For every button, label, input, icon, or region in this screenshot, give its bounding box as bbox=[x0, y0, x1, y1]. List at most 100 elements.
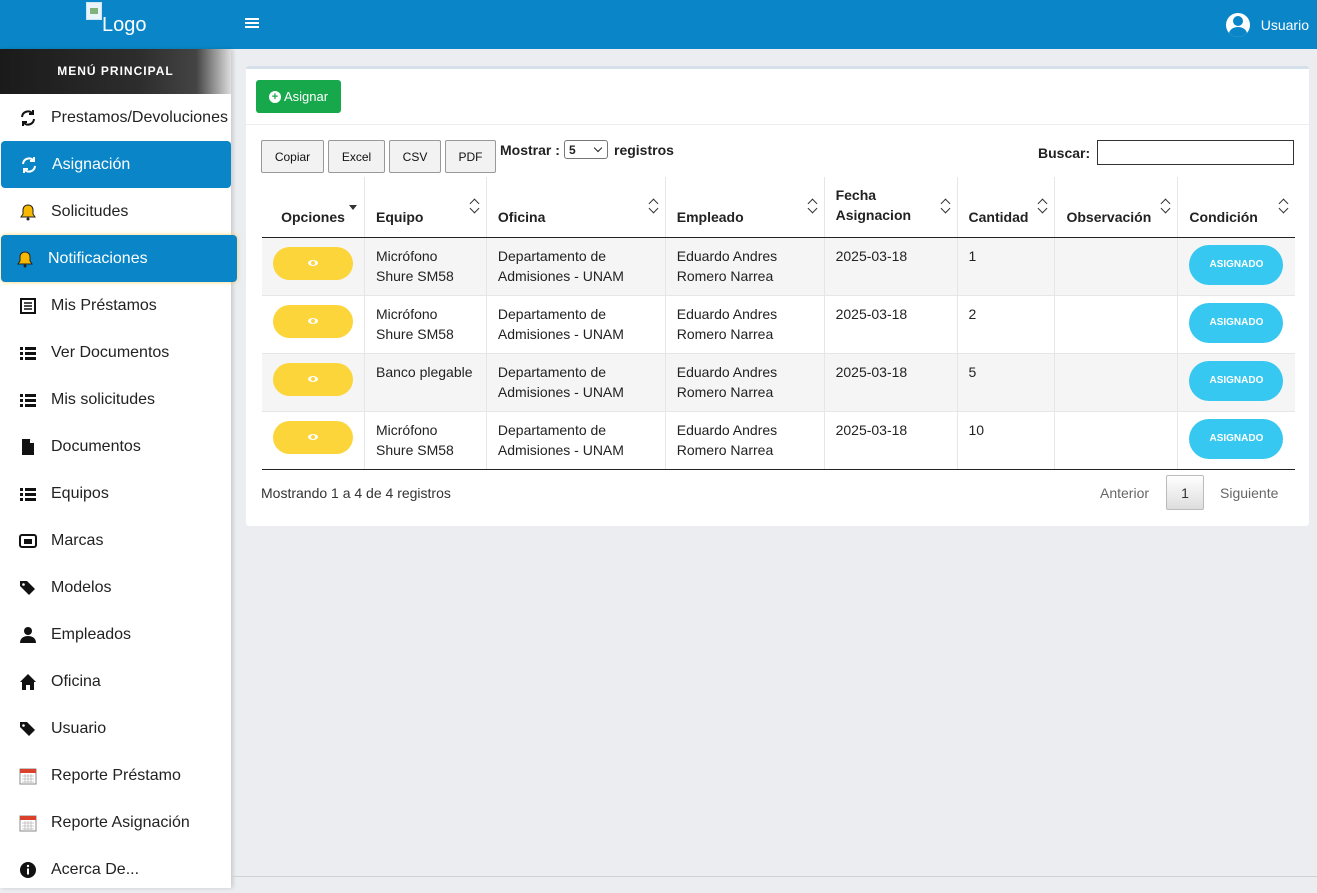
sidebar-item-label: Reporte Asignación bbox=[51, 813, 190, 831]
sort-icon bbox=[1038, 199, 1046, 213]
column-header[interactable]: Observación bbox=[1054, 177, 1178, 238]
column-header[interactable]: Empleado bbox=[664, 177, 825, 238]
sidebar-item-reporte-asignacion[interactable]: Reporte Asignación bbox=[0, 799, 231, 846]
column-header[interactable]: Cantidad bbox=[956, 177, 1055, 238]
sidebar-item-marcas[interactable]: Marcas bbox=[0, 517, 231, 564]
page-1-button[interactable]: 1 bbox=[1166, 475, 1204, 510]
excel-button[interactable]: Excel bbox=[328, 140, 385, 173]
menu-toggle-icon[interactable] bbox=[245, 16, 259, 30]
sidebar-item-prestamos-devoluciones[interactable]: Prestamos/Devoluciones bbox=[0, 94, 231, 141]
main-card: + Asignar Copiar Excel CSV PDF Mostrar :… bbox=[246, 66, 1309, 526]
sidebar-item-mis-solicitudes[interactable]: Mis solicitudes bbox=[0, 376, 231, 423]
cell-empleado: Eduardo Andres Romero Narrea bbox=[664, 237, 825, 296]
view-button[interactable] bbox=[273, 362, 353, 396]
tags-icon bbox=[19, 720, 37, 738]
page-length-value: 5 bbox=[569, 142, 576, 157]
sidebar-item-empleados[interactable]: Empleados bbox=[0, 611, 231, 658]
column-header[interactable]: Fecha Asignacion bbox=[823, 177, 958, 238]
sidebar-item-label: Notificaciones bbox=[48, 249, 148, 267]
search-input[interactable] bbox=[1097, 140, 1294, 165]
sidebar-item-label: Documentos bbox=[51, 437, 141, 455]
sort-icon bbox=[649, 199, 657, 213]
cell-equipo: Micrófono Shure SM58 bbox=[364, 237, 487, 296]
status-badge[interactable]: ASIGNADO bbox=[1189, 418, 1284, 459]
cell-fecha: 2025-03-18 bbox=[823, 411, 958, 470]
table-header-row: Opciones Equipo Oficina Empleado Fecha Asign… bbox=[262, 177, 1295, 238]
column-header-label: Condición bbox=[1189, 208, 1258, 225]
user-menu[interactable]: Usuario bbox=[1225, 12, 1309, 38]
column-header[interactable]: Opciones bbox=[262, 177, 365, 238]
page-length-select[interactable]: 5 bbox=[564, 140, 608, 159]
sidebar-title: MENÚ PRINCIPAL bbox=[0, 49, 231, 94]
list-icon bbox=[19, 485, 37, 503]
cell-cantidad: 10 bbox=[956, 411, 1055, 470]
sidebar-item-asignacion[interactable]: Asignación bbox=[1, 141, 231, 188]
eye-icon bbox=[308, 434, 318, 440]
next-page-button[interactable]: Siguiente bbox=[1220, 485, 1278, 501]
status-badge[interactable]: ASIGNADO bbox=[1189, 360, 1284, 401]
assign-button[interactable]: + Asignar bbox=[256, 80, 341, 113]
window-icon bbox=[19, 532, 37, 550]
column-header-label: Empleado bbox=[676, 208, 744, 225]
options-cell bbox=[262, 295, 365, 354]
cell-empleado: Eduardo Andres Romero Narrea bbox=[664, 295, 825, 354]
sort-icon bbox=[1279, 199, 1287, 213]
table-row: Micrófono Shure SM58 Departamento de Admi… bbox=[262, 237, 1295, 296]
sidebar: MENÚ PRINCIPAL Prestamos/Devoluciones Asi… bbox=[0, 49, 237, 888]
cell-equipo: Banco plegable bbox=[364, 353, 487, 412]
pdf-button[interactable]: PDF bbox=[445, 140, 496, 173]
sidebar-item-label: Solicitudes bbox=[51, 202, 129, 220]
sidebar-item-modelos[interactable]: Modelos bbox=[0, 564, 231, 611]
sidebar-item-label: Empleados bbox=[51, 625, 132, 643]
sidebar-item-ver-documentos[interactable]: Ver Documentos bbox=[0, 329, 231, 376]
sort-icon bbox=[470, 199, 478, 213]
cell-equipo: Micrófono Shure SM58 bbox=[364, 411, 487, 470]
sidebar-item-mis-prestamos[interactable]: Mis Préstamos bbox=[0, 282, 231, 329]
sidebar-item-notificaciones[interactable]: Notificaciones bbox=[1, 235, 237, 282]
assign-button-label: Asignar bbox=[283, 89, 329, 104]
view-button[interactable] bbox=[273, 304, 353, 338]
sidebar-item-reporte-prestamo[interactable]: Reporte Préstamo bbox=[0, 752, 231, 799]
cell-observacion bbox=[1054, 411, 1178, 470]
column-header[interactable]: Oficina bbox=[485, 177, 666, 238]
sidebar-item-label: Prestamos/Devoluciones bbox=[51, 108, 228, 126]
records-label: registros bbox=[614, 142, 674, 158]
csv-button[interactable]: CSV bbox=[389, 140, 441, 173]
status-badge[interactable]: ASIGNADO bbox=[1189, 244, 1284, 285]
cell-cantidad: 5 bbox=[956, 353, 1055, 412]
copy-button[interactable]: Copiar bbox=[261, 140, 324, 173]
list-alt-icon bbox=[19, 297, 37, 315]
sort-icon bbox=[941, 199, 949, 213]
column-header[interactable]: Condición bbox=[1177, 177, 1295, 238]
file-icon bbox=[19, 438, 37, 456]
prev-page-button[interactable]: Anterior bbox=[1100, 485, 1149, 501]
sidebar-item-acerca-de[interactable]: Acerca De... bbox=[0, 846, 231, 893]
calendar-icon bbox=[19, 767, 37, 785]
logo[interactable]: Logo bbox=[86, 2, 236, 46]
condition-cell: ASIGNADO bbox=[1177, 237, 1295, 296]
broken-image-icon bbox=[86, 2, 102, 20]
view-button[interactable] bbox=[273, 420, 353, 454]
user-icon bbox=[19, 626, 37, 644]
logo-alt-text: Logo bbox=[102, 14, 147, 36]
table-row: Micrófono Shure SM58 Departamento de Admi… bbox=[262, 295, 1295, 354]
sidebar-item-solicitudes[interactable]: Solicitudes bbox=[0, 188, 231, 235]
sidebar-item-label: Oficina bbox=[51, 672, 101, 690]
sidebar-item-usuario[interactable]: Usuario bbox=[0, 705, 231, 752]
user-avatar-icon bbox=[1225, 13, 1250, 37]
column-header[interactable]: Equipo bbox=[364, 177, 487, 238]
sidebar-item-documentos[interactable]: Documentos bbox=[0, 423, 231, 470]
table-info: Mostrando 1 a 4 de 4 registros bbox=[261, 485, 451, 501]
tags-icon bbox=[19, 579, 37, 597]
sidebar-item-oficina[interactable]: Oficina bbox=[0, 658, 231, 705]
cell-oficina: Departamento de Admisiones - UNAM bbox=[485, 295, 666, 354]
sidebar-item-label: Modelos bbox=[51, 578, 112, 596]
cell-cantidad: 2 bbox=[956, 295, 1055, 354]
status-badge[interactable]: ASIGNADO bbox=[1189, 302, 1284, 343]
view-button[interactable] bbox=[273, 246, 353, 280]
cell-observacion bbox=[1054, 353, 1178, 412]
sidebar-item-equipos[interactable]: Equipos bbox=[0, 470, 231, 517]
cell-empleado: Eduardo Andres Romero Narrea bbox=[664, 411, 825, 470]
column-header-label: Equipo bbox=[376, 208, 424, 225]
sidebar-menu: Prestamos/Devoluciones Asignación Solicitu… bbox=[0, 94, 237, 893]
